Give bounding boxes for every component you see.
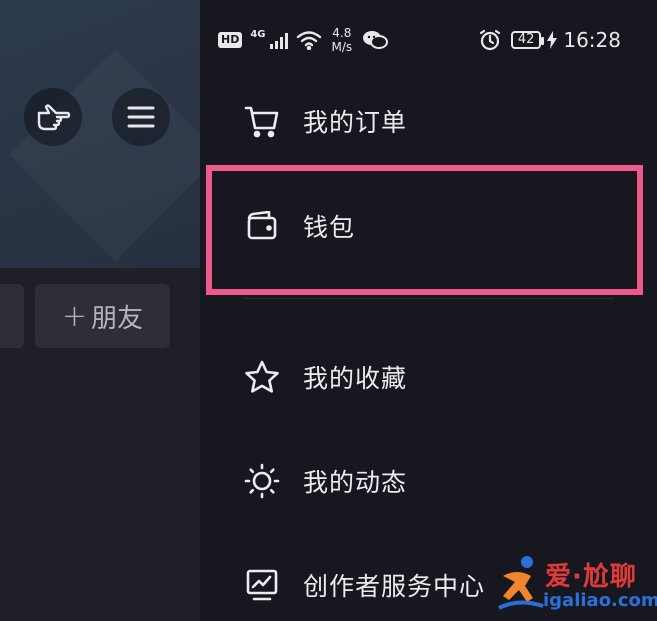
wechat-icon [363,31,389,49]
wifi-icon [296,31,321,50]
menu-item-favorites[interactable]: 我的收藏 [200,342,657,412]
add-friend-label: 朋友 [91,303,144,334]
network-speed: 4.8 M/s [332,26,353,54]
hand-pointer-button[interactable] [24,88,82,146]
menu-divider [244,298,614,299]
speed-unit: M/s [331,40,353,54]
status-right: 42 16:28 [479,28,621,52]
status-left: HD 4G 4.8 M/s [218,26,389,54]
menu-item-moments[interactable]: 我的动态 [200,446,657,516]
menu-item-label: 创作者服务中心 [303,572,486,601]
menu-item-label: 我的收藏 [303,364,408,393]
battery-indicator: 42 [510,31,544,49]
watermark-url: igaliao.com [543,590,657,611]
header-decoration [9,49,200,261]
profile-header [0,0,200,268]
partial-button[interactable] [0,284,24,348]
hamburger-menu-button[interactable] [112,88,170,146]
star-icon [244,359,280,395]
hand-pointer-icon [37,104,71,131]
menu-item-label: 我的订单 [303,108,408,137]
side-drawer: HD 4G 4.8 M/s 42 16:28 我的订单 钱包 我的收藏 我的动态… [200,0,657,621]
alarm-icon [479,29,500,51]
hd-badge: HD [218,32,243,48]
watermark-text: 爱·尬聊 [545,562,637,592]
menu-item-orders[interactable]: 我的订单 [200,86,657,156]
chart-monitor-icon [244,567,280,603]
speed-value: 4.8 [332,26,352,40]
highlight-frame [206,165,643,295]
signal-icon [269,33,288,49]
add-friend-button[interactable]: + 朋友 [35,284,170,348]
hamburger-icon [127,106,155,128]
background-app: + 朋友 [0,0,200,621]
menu-item-label: 我的动态 [303,468,408,497]
plus-icon: + [61,298,88,334]
watermark-logo: 爱·尬聊 igaliao.com [497,550,657,621]
sun-icon [244,463,280,499]
charging-icon [547,31,558,49]
cart-icon [244,103,280,139]
network-type: 4G [250,28,266,40]
status-bar: HD 4G 4.8 M/s 42 16:28 [200,0,657,84]
clock-time: 16:28 [563,28,621,52]
runner-logo-icon [498,556,544,610]
